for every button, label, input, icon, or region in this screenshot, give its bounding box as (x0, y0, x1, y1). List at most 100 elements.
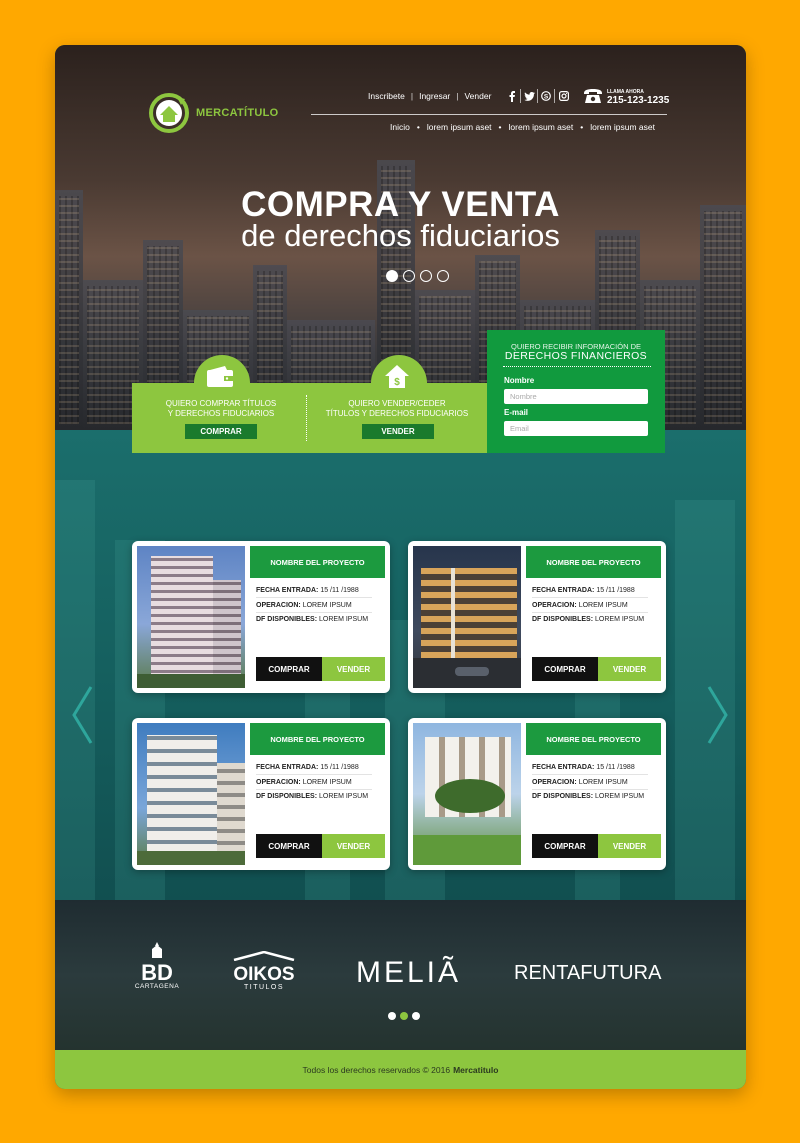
entry-date-row: FECHA ENTRADA: 15 /11 /1988 (532, 587, 648, 598)
sell-button[interactable]: VENDER (322, 657, 385, 681)
partner-bd-cartagena[interactable]: BD CARTAGENA (134, 942, 180, 990)
project-title: NOMBRE DEL PROYECTO (250, 723, 385, 755)
skype-icon[interactable]: S (538, 89, 555, 103)
partner-oikos[interactable]: OIKOS TITULOS (230, 948, 298, 991)
listing-card[interactable]: NOMBRE DEL PROYECTO FECHA ENTRADA: 15 /1… (408, 541, 666, 693)
nav-link-vender[interactable]: Vender (464, 91, 491, 101)
operation-row: OPERACION: LOREM IPSUM (532, 779, 648, 790)
df-label: DF DISPONIBLES: (256, 616, 318, 623)
footer-brand[interactable]: Mercatitulo (453, 1065, 498, 1075)
partner-oikos-name: OIKOS (233, 964, 295, 985)
nav-separator: | (456, 91, 459, 101)
slider-dot-4[interactable] (437, 270, 449, 282)
operation-value: LOREM IPSUM (302, 779, 352, 786)
nav-link-item[interactable]: lorem ipsum aset (509, 122, 574, 132)
df-label: DF DISPONIBLES: (532, 793, 594, 800)
partners-slider-dots (388, 1012, 420, 1020)
nav-separator: | (410, 91, 414, 101)
footer-copyright: Todos los derechos reservados © 2016 (302, 1064, 451, 1075)
partners-dot-2[interactable] (400, 1012, 408, 1020)
email-input[interactable] (504, 421, 648, 436)
partner-melia[interactable]: MELIÃ (356, 956, 461, 990)
name-input[interactable] (504, 389, 648, 404)
nav-link-inicio[interactable]: Inicio (390, 122, 410, 132)
project-title: NOMBRE DEL PROYECTO (250, 546, 385, 578)
social-links: S (504, 89, 572, 103)
buy-button[interactable]: COMPRAR (256, 657, 322, 681)
buy-button[interactable]: COMPRAR (256, 834, 322, 858)
entry-date-row: FECHA ENTRADA: 15 /11 /1988 (532, 764, 648, 775)
df-label: DF DISPONIBLES: (532, 616, 594, 623)
nav-link-inscribete[interactable]: Inscribete (368, 91, 405, 101)
operation-label: OPERACION: (532, 779, 577, 786)
svg-text:S: S (544, 93, 549, 100)
listing-card[interactable]: NOMBRE DEL PROYECTO FECHA ENTRADA: 15 /1… (132, 718, 390, 870)
df-value: LOREM IPSUM (319, 793, 369, 800)
sell-button[interactable]: VENDER (598, 657, 661, 681)
partner-bd-subtitle: CARTAGENA (134, 983, 180, 990)
email-label: E-mail (504, 408, 529, 417)
instagram-icon[interactable] (555, 89, 572, 103)
operation-label: OPERACION: (256, 602, 301, 609)
phone-icon (584, 89, 602, 103)
slider-dot-2[interactable] (403, 270, 415, 282)
facebook-icon[interactable] (504, 89, 521, 103)
top-nav: Inscribete | Ingresar | Vender (368, 91, 491, 101)
buy-button[interactable]: COMPRAR (532, 834, 598, 858)
partners-dot-3[interactable] (412, 1012, 420, 1020)
operation-label: OPERACION: (532, 602, 577, 609)
sell-cta-line: QUIERO VENDER/CEDER (348, 399, 446, 408)
info-request-form: QUIERO RECIBIR INFORMACIÓN DE DERECHOS F… (487, 330, 665, 453)
nav-link-item[interactable]: lorem ipsum aset (427, 122, 492, 132)
df-row: DF DISPONIBLES: LOREM IPSUM (532, 616, 648, 626)
twitter-icon[interactable] (521, 89, 538, 103)
footer: Todos los derechos reservados © 2016 Mer… (55, 1050, 746, 1089)
df-row: DF DISPONIBLES: LOREM IPSUM (256, 616, 372, 626)
project-photo (137, 723, 245, 865)
operation-value: LOREM IPSUM (578, 602, 628, 609)
operation-label: OPERACION: (256, 779, 301, 786)
listings-section: NOMBRE DEL PROYECTO FECHA ENTRADA: 15 /1… (55, 430, 746, 900)
brand-logo-icon[interactable] (149, 93, 189, 133)
sell-button[interactable]: VENDER (322, 834, 385, 858)
project-title: NOMBRE DEL PROYECTO (526, 723, 661, 755)
entry-date-value: 15 /11 /1988 (320, 764, 359, 771)
nav-link-ingresar[interactable]: Ingresar (419, 91, 450, 101)
slider-dot-3[interactable] (420, 270, 432, 282)
entry-date-label: FECHA ENTRADA: (256, 587, 319, 594)
df-label: DF DISPONIBLES: (256, 793, 318, 800)
form-heading: DERECHOS FINANCIEROS (504, 350, 648, 362)
partner-rentafutura[interactable]: RENTAFUTURA (514, 962, 661, 985)
entry-date-value: 15 /11 /1988 (596, 587, 635, 594)
listing-card[interactable]: NOMBRE DEL PROYECTO FECHA ENTRADA: 15 /1… (408, 718, 666, 870)
name-label: Nombre (504, 376, 535, 385)
sell-cta-button[interactable]: VENDER (362, 424, 434, 439)
bell-tower-icon (152, 942, 162, 958)
nav-bullet: • (580, 122, 584, 132)
buy-cta-button[interactable]: COMPRAR (185, 424, 257, 439)
phone-number[interactable]: 215-123-1235 (607, 95, 669, 106)
buy-cta-line: QUIERO COMPRAR TÍTULOS (165, 399, 277, 408)
nav-link-item[interactable]: lorem ipsum aset (590, 122, 655, 132)
hero-subtitle: de derechos fiduciarios (241, 218, 560, 253)
carousel-next-arrow-icon[interactable] (707, 685, 729, 745)
carousel-prev-arrow-icon[interactable] (71, 685, 93, 745)
df-value: LOREM IPSUM (595, 616, 645, 623)
partner-bd-name: BD (141, 960, 173, 985)
entry-date-label: FECHA ENTRADA: (532, 587, 595, 594)
listing-card[interactable]: NOMBRE DEL PROYECTO FECHA ENTRADA: 15 /1… (132, 541, 390, 693)
sell-cta-line: TÍTULOS Y DERECHOS FIDUCIARIOS (325, 409, 469, 418)
sell-button[interactable]: VENDER (598, 834, 661, 858)
buy-button[interactable]: COMPRAR (532, 657, 598, 681)
project-title: NOMBRE DEL PROYECTO (526, 546, 661, 578)
project-photo (413, 723, 521, 865)
slider-dot-1[interactable] (386, 270, 398, 282)
brand-name[interactable]: MERCATÍTULO (196, 107, 279, 119)
entry-date-label: FECHA ENTRADA: (532, 764, 595, 771)
entry-date-value: 15 /11 /1988 (320, 587, 359, 594)
entry-date-row: FECHA ENTRADA: 15 /11 /1988 (256, 764, 372, 775)
entry-date-value: 15 /11 /1988 (596, 764, 635, 771)
operation-row: OPERACION: LOREM IPSUM (256, 602, 372, 613)
partners-dot-1[interactable] (388, 1012, 396, 1020)
main-nav: Inicio • lorem ipsum aset • lorem ipsum … (390, 122, 655, 132)
